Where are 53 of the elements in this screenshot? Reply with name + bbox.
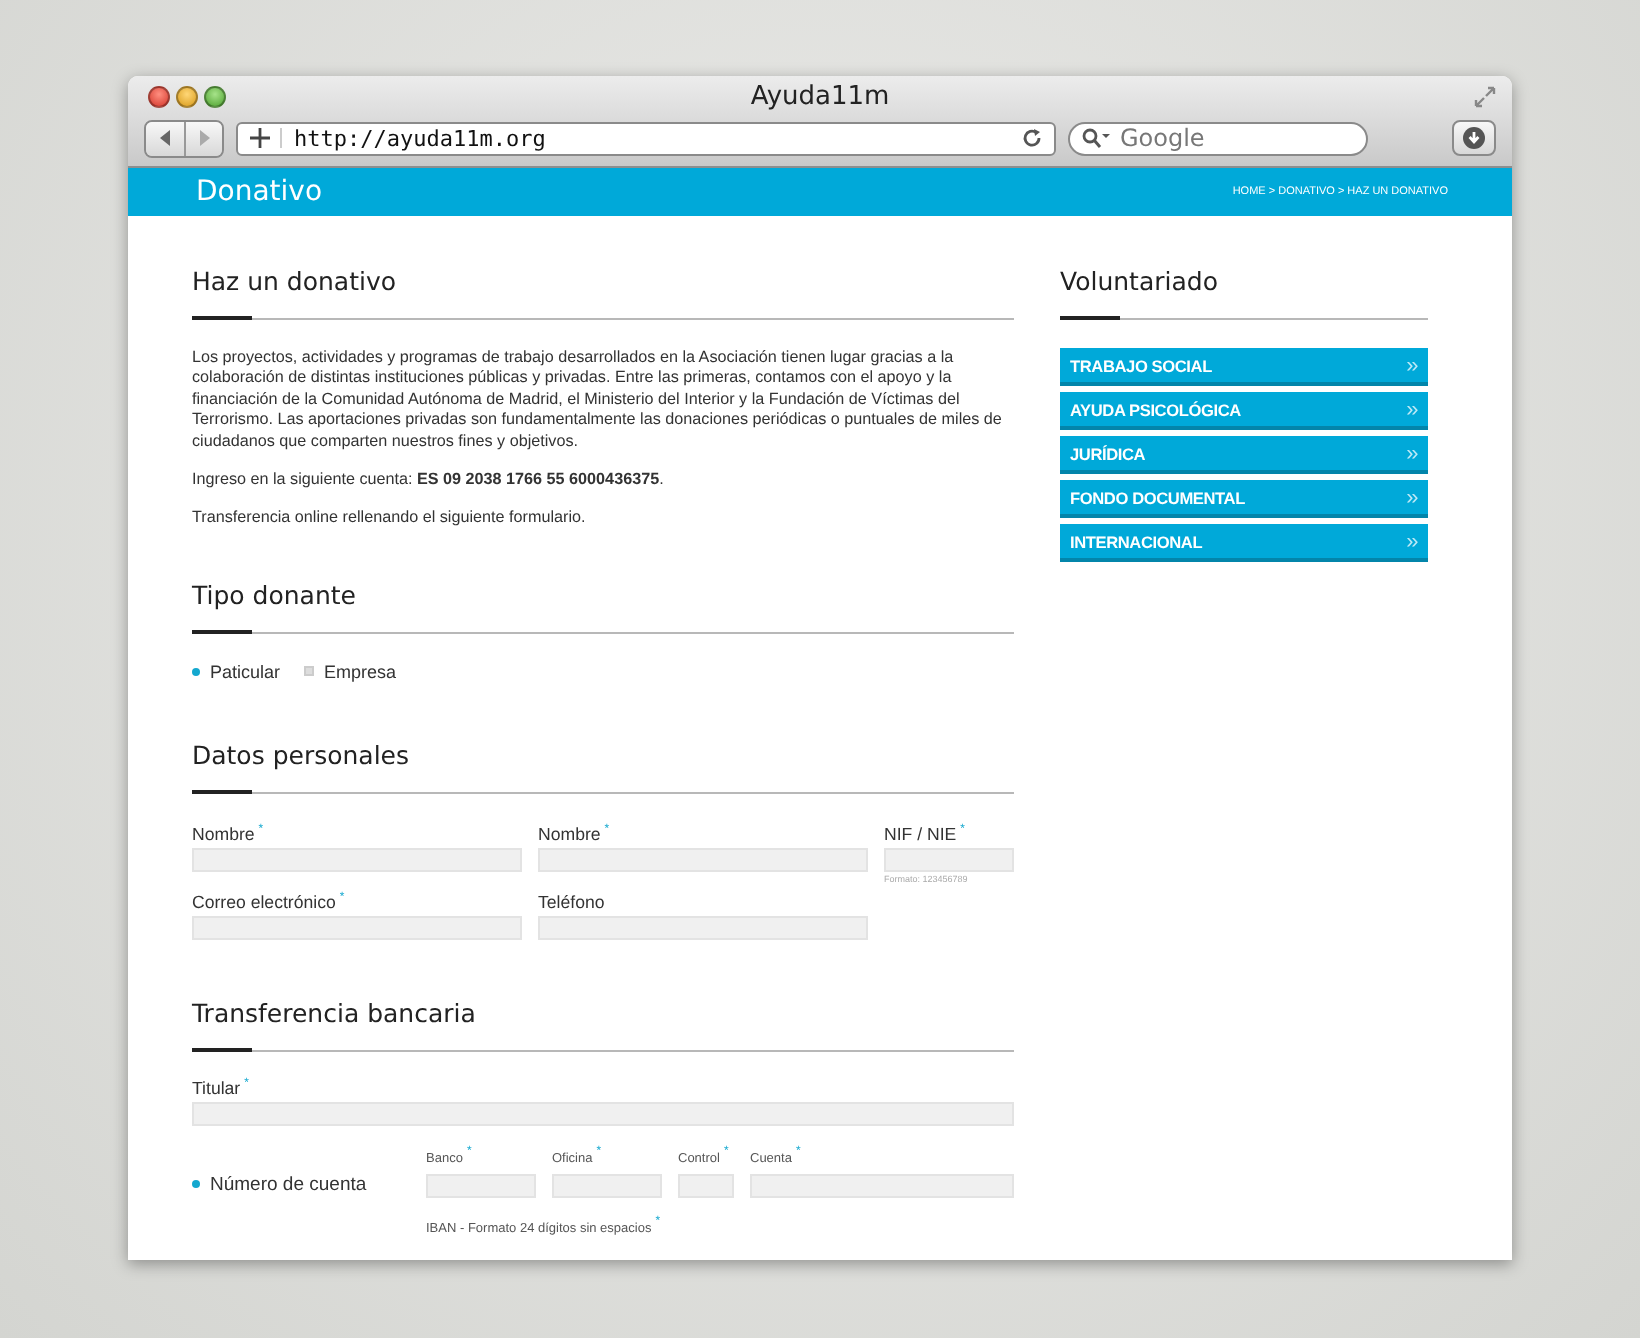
minimize-icon[interactable] xyxy=(176,86,198,108)
input-field[interactable] xyxy=(884,847,1014,872)
address-bar[interactable]: http://ayuda11m.org xyxy=(236,121,1056,155)
field-label: Nombre $^{*}$ xyxy=(538,821,612,848)
input-field[interactable] xyxy=(426,1173,536,1198)
input-field[interactable] xyxy=(538,915,868,940)
input-field[interactable] xyxy=(678,1173,734,1198)
sidebar-link[interactable]: TRABAJO SOCIAL » xyxy=(1060,348,1428,382)
radio-button[interactable] xyxy=(192,667,200,676)
window-title: Ayuda11m xyxy=(750,82,890,112)
back-button[interactable] xyxy=(146,121,184,155)
downloads-button[interactable] xyxy=(1452,120,1496,156)
radio-label[interactable]: Número de cuenta xyxy=(210,1173,367,1196)
input-field[interactable] xyxy=(552,1173,662,1198)
field-label: NIF / NIE $^{*}$ xyxy=(884,821,968,848)
add-icon[interactable] xyxy=(250,128,282,148)
paragraph: Los proyectos, actividades y programas de trabajo desarrollados en la Asociación tienen lugar gracias a la colaboración de distintas instituciones públicas y privadas. Entre las primeras, contamos con el apoyo y la financiación de la Comunidad Autónoma de Madrid, el Ministerio del Interior y la Fundación de Víctimas del Terrorismo. Las aportaciones privadas son fundamentalmente las donaciones periódicas o puntuales de miles de ciudadanos que comparten nuestros fines y objetivos. xyxy=(192,348,1004,453)
url-text: http://ayuda11m.org xyxy=(294,125,548,151)
page-title: Donativo xyxy=(196,176,323,208)
input-field[interactable] xyxy=(192,1101,1014,1126)
reload-icon[interactable] xyxy=(1022,128,1042,148)
field-label: Teléfono xyxy=(538,889,607,916)
paragraph: Transferencia online rellenando el siguiente formulario. xyxy=(192,508,588,530)
resize-icon[interactable] xyxy=(1474,86,1496,108)
forward-arrow-icon xyxy=(196,130,212,146)
sidebar-link[interactable]: JURÍDICA » xyxy=(1060,436,1428,470)
radio-label[interactable]: Paticular xyxy=(210,661,281,682)
forward-button[interactable] xyxy=(184,121,222,155)
section-title: Voluntariado xyxy=(1060,268,1220,296)
radio-label[interactable]: Empresa xyxy=(324,661,397,682)
zoom-icon[interactable] xyxy=(204,86,226,108)
field-label: Nombre $^{*}$ xyxy=(192,821,266,848)
paragraph: Ingreso en la siguiente cuenta: ES 09 2038 1766 55 6000436375. xyxy=(192,470,666,491)
back-arrow-icon xyxy=(157,130,173,146)
field-label: Correo electrónico $^{*}$ xyxy=(192,889,347,916)
sidebar-link[interactable]: INTERNACIONAL » xyxy=(1060,524,1428,558)
input-field[interactable] xyxy=(538,847,868,872)
sidebar-link[interactable]: FONDO DOCUMENTAL » xyxy=(1060,480,1428,514)
download-icon xyxy=(1462,126,1486,150)
section-title: Datos personales xyxy=(192,741,412,770)
field-label: Titular $^{*}$ xyxy=(192,1075,251,1102)
input-field[interactable] xyxy=(750,1173,1014,1198)
close-icon[interactable] xyxy=(148,86,170,108)
section-title: Tipo donante xyxy=(192,581,358,610)
section-title: Haz un donativo xyxy=(192,268,398,296)
input-field[interactable] xyxy=(192,915,522,940)
search-icon xyxy=(1082,128,1112,148)
input-field[interactable] xyxy=(192,847,522,872)
radio-button[interactable] xyxy=(192,1180,200,1189)
search-field[interactable]: Google xyxy=(1068,121,1368,155)
section-title: Transferencia bancaria xyxy=(192,999,478,1028)
sidebar-link[interactable]: AYUDA PSICOLÓGICA » xyxy=(1060,392,1428,426)
radio-button[interactable] xyxy=(304,666,315,677)
